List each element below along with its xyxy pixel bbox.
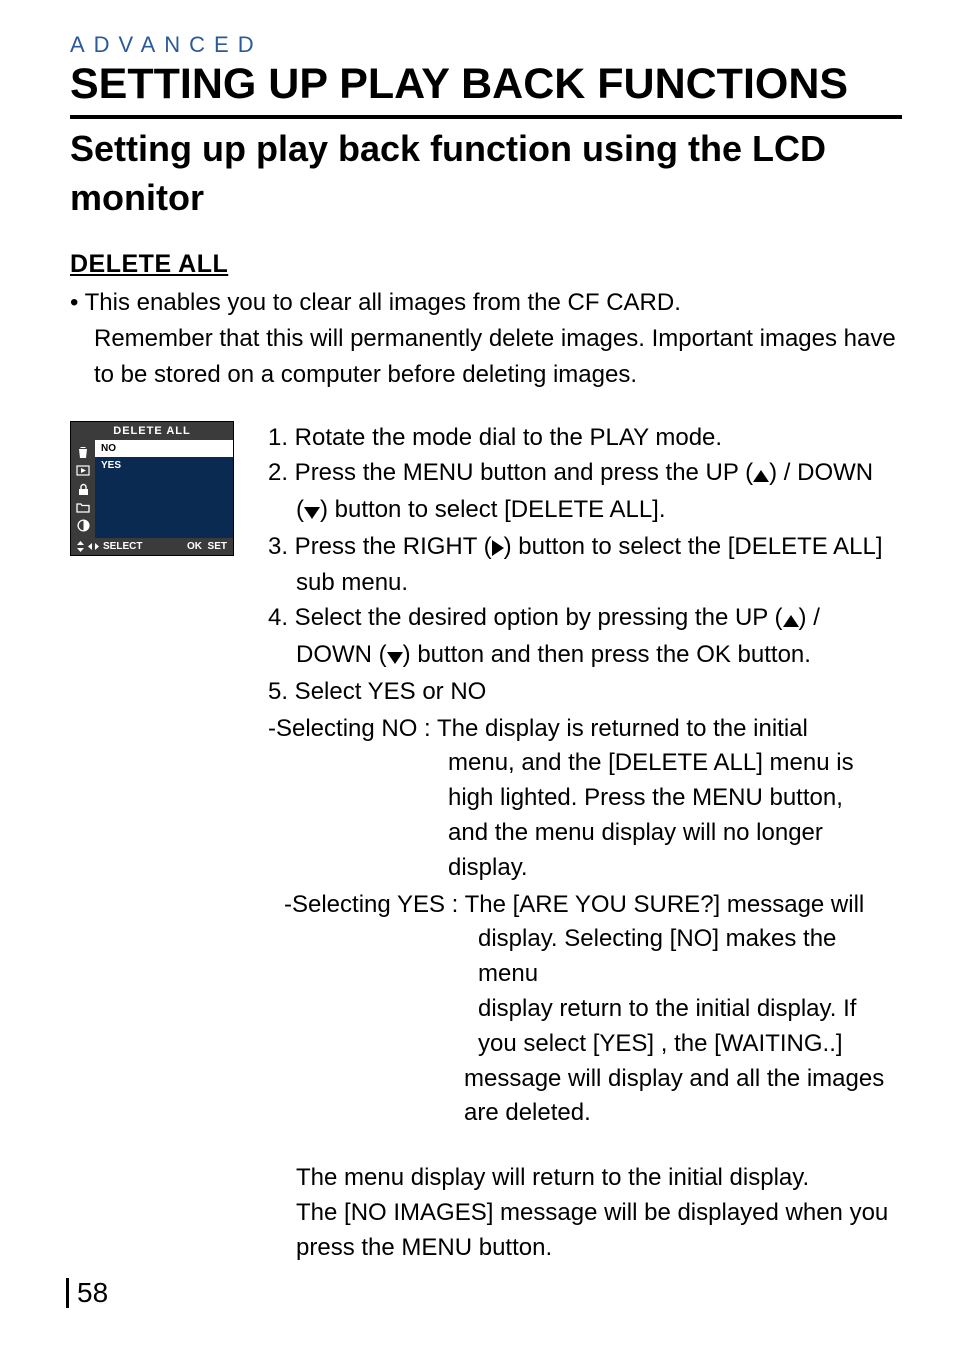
lcd-footer: SELECT OK SET	[71, 538, 233, 555]
right-triangle-icon	[492, 532, 504, 567]
lcd-option-no: NO	[95, 440, 233, 457]
selecting-no-block: -Selecting NO : The display is returned …	[268, 712, 902, 886]
slideshow-icon	[76, 465, 90, 477]
down-triangle-icon	[387, 640, 403, 675]
step-4-b: ) /	[799, 604, 820, 631]
content-row: DELETE ALL NO YES	[70, 421, 902, 1265]
selecting-yes-l4: you select [YES] , the [WAITING..]	[284, 1027, 902, 1062]
selecting-no-l1: The display is returned to the initial	[437, 715, 808, 742]
step-1: 1. Rotate the mode dial to the PLAY mode…	[268, 421, 902, 456]
manual-page: ADVANCED SETTING UP PLAY BACK FUNCTIONS …	[0, 0, 954, 1355]
step-4-c: DOWN (	[296, 641, 387, 668]
final-l1: The menu display will return to the init…	[296, 1164, 809, 1191]
lcd-icon-column	[71, 440, 95, 538]
lcd-body: NO YES	[71, 440, 233, 538]
steps-column: 1. Rotate the mode dial to the PLAY mode…	[268, 421, 902, 1265]
step-2-c: (	[296, 496, 304, 523]
lcd-options: NO YES	[95, 440, 233, 538]
lock-icon	[77, 483, 90, 496]
selecting-yes-block: -Selecting YES : The [ARE YOU SURE?] mes…	[284, 888, 902, 1132]
lcd-footer-ok: OK	[187, 541, 202, 552]
leftright-icon	[88, 543, 99, 550]
contrast-icon	[77, 519, 90, 532]
selecting-yes-l6: are deleted.	[284, 1096, 902, 1131]
step-3-c: sub menu.	[268, 566, 902, 601]
selecting-no-label: -Selecting NO :	[268, 715, 437, 742]
lcd-screenshot: DELETE ALL NO YES	[70, 421, 234, 556]
trash-icon	[76, 445, 90, 459]
step-4-d: ) button and then press the OK button.	[403, 641, 811, 668]
step-3: 3. Press the RIGHT ( ) button to select t…	[268, 530, 902, 602]
step-2: 2. Press the MENU button and press the U…	[268, 456, 902, 530]
step-4: 4. Select the desired option by pressing…	[268, 601, 902, 675]
selecting-yes-label: -Selecting YES :	[284, 891, 465, 918]
selecting-no-l5: display.	[268, 851, 902, 886]
down-triangle-icon	[304, 495, 320, 530]
step-2-a: 2. Press the MENU button and press the U…	[268, 459, 753, 486]
lcd-footer-select: SELECT	[103, 541, 142, 552]
page-number: 58	[66, 1277, 108, 1309]
section-heading-delete-all: DELETE ALL	[70, 250, 902, 279]
selecting-yes-l1: The [ARE YOU SURE?] message will	[465, 891, 865, 918]
step-3-a: 3. Press the RIGHT (	[268, 533, 492, 560]
selecting-no-l2: menu, and the [DELETE ALL] menu is	[268, 746, 902, 781]
step-2-d: ) button to select [DELETE ALL].	[320, 496, 666, 523]
section-label: ADVANCED	[70, 32, 902, 58]
intro-paragraph: • This enables you to clear all images f…	[70, 285, 902, 393]
step-4-a: 4. Select the desired option by pressing…	[268, 604, 783, 631]
lcd-title: DELETE ALL	[71, 422, 233, 440]
selecting-no-l3: high lighted. Press the MENU button,	[268, 781, 902, 816]
up-triangle-icon	[783, 603, 799, 638]
step-3-b: ) button to select the [DELETE ALL]	[504, 533, 883, 560]
step-2-b: ) / DOWN	[769, 459, 873, 486]
final-l3: press the MENU button.	[296, 1234, 552, 1261]
lcd-option-yes: YES	[95, 457, 233, 474]
updown-icon	[77, 541, 84, 552]
title-rule	[70, 115, 902, 119]
step-5: 5. Select YES or NO	[268, 675, 902, 710]
final-l2: The [NO IMAGES] message will be displaye…	[296, 1199, 888, 1226]
page-subtitle: Setting up play back function using the …	[70, 125, 902, 222]
selecting-yes-l2: display. Selecting [NO] makes the menu	[284, 922, 902, 992]
lcd-frame: DELETE ALL NO YES	[70, 421, 234, 556]
selecting-no-l4: and the menu display will no longer	[268, 816, 902, 851]
intro-line-1: • This enables you to clear all images f…	[70, 285, 902, 321]
lcd-footer-set: SET	[208, 541, 227, 552]
selecting-yes-l5: message will display and all the images	[284, 1062, 902, 1097]
intro-line-2: Remember that this will permanently dele…	[70, 321, 902, 393]
up-triangle-icon	[753, 458, 769, 493]
folder-icon	[76, 502, 90, 513]
selecting-yes-l3: display return to the initial display. I…	[284, 992, 902, 1027]
page-title: SETTING UP PLAY BACK FUNCTIONS	[70, 60, 902, 109]
final-note: The menu display will return to the init…	[268, 1161, 902, 1265]
